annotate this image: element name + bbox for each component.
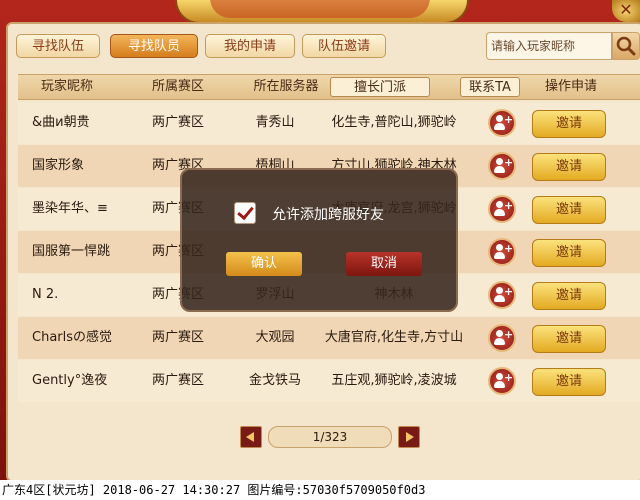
checkbox-label: 允许添加跨服好友 (272, 207, 384, 223)
status-bar: 广东4区[状元坊] 2018-06-27 14:30:27 图片编号:57030… (0, 480, 640, 500)
cross-server-dialog: 允许添加跨服好友 确认 取消 (180, 168, 458, 312)
allow-cross-server-checkbox[interactable] (234, 202, 256, 224)
confirm-button[interactable]: 确认 (226, 252, 302, 276)
cancel-button[interactable]: 取消 (346, 252, 422, 276)
modal-overlay: 允许添加跨服好友 确认 取消 (0, 0, 640, 480)
